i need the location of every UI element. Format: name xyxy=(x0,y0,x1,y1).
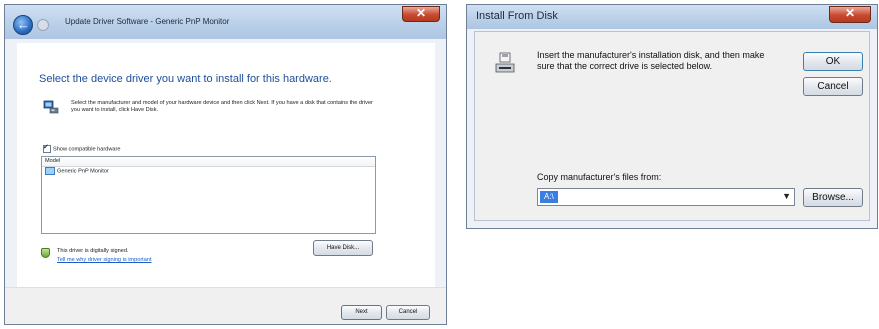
list-item-label: Generic PnP Monitor xyxy=(57,168,109,175)
hardware-icon xyxy=(43,100,59,114)
close-icon: ✕ xyxy=(415,6,427,20)
model-list[interactable]: Model Generic PnP Monitor xyxy=(41,156,376,234)
column-header-model[interactable]: Model xyxy=(42,157,375,167)
chevron-down-icon[interactable]: ▼ xyxy=(782,191,791,201)
close-icon: ✕ xyxy=(844,6,856,20)
copy-from-combobox[interactable]: A:\ ▼ xyxy=(537,188,795,206)
forward-button[interactable] xyxy=(37,19,49,31)
back-arrow-icon: ← xyxy=(17,17,30,32)
page-heading: Select the device driver you want to ins… xyxy=(39,73,332,85)
back-button[interactable]: ← xyxy=(13,15,33,35)
combobox-value[interactable]: A:\ xyxy=(540,191,558,203)
content-pane: Select the device driver you want to ins… xyxy=(17,43,435,287)
cancel-button[interactable]: Cancel xyxy=(803,77,863,96)
instruction-text: Select the manufacturer and model of you… xyxy=(71,100,373,113)
window-title: Update Driver Software - Generic PnP Mon… xyxy=(65,17,230,26)
update-driver-window: ← Update Driver Software - Generic PnP M… xyxy=(4,4,447,325)
title-bar: ← Update Driver Software - Generic PnP M… xyxy=(5,5,446,39)
checkbox-box[interactable] xyxy=(43,143,51,153)
have-disk-button[interactable]: Have Disk... xyxy=(313,240,373,256)
copy-from-label: Copy manufacturer's files from: xyxy=(537,172,662,182)
floppy-drive-icon xyxy=(495,52,515,73)
dialog-body: Insert the manufacturer's installation d… xyxy=(474,31,870,221)
browse-button[interactable]: Browse... xyxy=(803,188,863,207)
signed-status-text: This driver is digitally signed. xyxy=(57,248,129,254)
driver-signing-link[interactable]: Tell me why driver signing is important xyxy=(57,257,152,263)
list-item[interactable]: Generic PnP Monitor xyxy=(42,167,375,176)
cancel-button[interactable]: Cancel xyxy=(386,305,430,320)
ok-button[interactable]: OK xyxy=(803,52,863,71)
close-button[interactable]: ✕ xyxy=(829,6,871,23)
instruction-text: Insert the manufacturer's installation d… xyxy=(537,50,765,71)
checkbox-label: Show compatible hardware xyxy=(53,146,121,153)
close-button[interactable]: ✕ xyxy=(402,6,440,22)
show-compatible-checkbox[interactable]: Show compatible hardware xyxy=(43,143,121,153)
window-title: Install From Disk xyxy=(476,10,558,22)
next-button[interactable]: Next xyxy=(341,305,382,320)
install-from-disk-window: Install From Disk ✕ Insert the manufactu… xyxy=(466,4,878,229)
shield-icon xyxy=(41,248,50,258)
monitor-icon xyxy=(45,167,55,175)
title-bar: Install From Disk ✕ xyxy=(467,5,877,29)
